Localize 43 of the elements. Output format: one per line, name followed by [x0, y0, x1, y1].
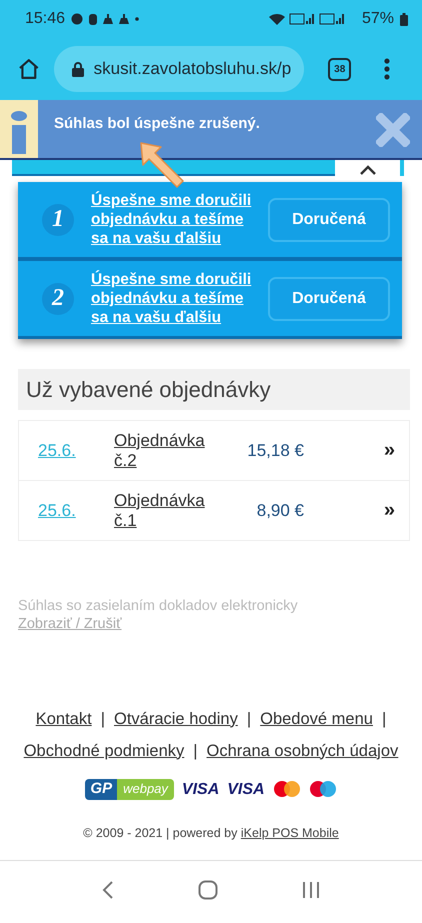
address-bar[interactable]: skusit.zavolatobsluhu.sk/p — [54, 46, 304, 92]
home-icon[interactable] — [17, 57, 41, 81]
open-order-link[interactable]: » — [384, 499, 395, 522]
copyright-text: © 2009 - 2021 | powered by — [83, 826, 238, 840]
bell-icon — [103, 14, 114, 24]
powered-by-link[interactable]: iKelp POS Mobile — [240, 826, 339, 840]
order-amount: 15,18 € — [246, 440, 304, 460]
section-heading: Už vybavené objednávky — [18, 369, 410, 410]
recent-apps-icon[interactable] — [302, 881, 320, 899]
footer-link[interactable]: Ochrana osobných údajov — [206, 742, 398, 760]
order-number: 1 — [42, 204, 74, 236]
notification-message: Súhlas bol úspešne zrušený. — [54, 115, 261, 132]
separator: | — [100, 710, 105, 728]
separator: | — [193, 742, 198, 760]
bell-icon — [119, 14, 130, 24]
status-time: 15:46 — [25, 10, 66, 28]
order-number: 2 — [42, 282, 74, 314]
tab-count-button[interactable]: 38 — [328, 58, 352, 80]
order-name-link[interactable]: Objednávka č.1 — [114, 490, 214, 530]
more-menu-icon[interactable] — [384, 58, 390, 80]
footer-link[interactable]: Kontakt — [36, 710, 92, 728]
info-icon — [10, 110, 28, 154]
battery-icon — [400, 12, 408, 26]
back-icon[interactable] — [102, 880, 114, 900]
order-amount: 8,90 € — [256, 500, 304, 520]
lock-icon — [72, 61, 84, 77]
maestro-logo — [308, 780, 337, 800]
footer-link[interactable]: Obedové menu — [260, 710, 373, 728]
webpay-logo: GP webpay — [85, 779, 174, 800]
footer-link[interactable]: Obchodné podmienky — [24, 742, 184, 760]
mastercard-logo — [272, 780, 301, 800]
open-order-link[interactable]: » — [384, 439, 395, 462]
home-button-icon[interactable] — [198, 880, 218, 900]
separator: | — [246, 710, 252, 728]
visa-logo: VISA — [227, 780, 265, 798]
visa-logo: VISA — [182, 780, 220, 798]
pointer-arrow — [139, 141, 185, 189]
footer-link[interactable]: Otváracie hodiny — [114, 710, 238, 728]
battery-percent: 57% — [362, 10, 394, 28]
order-name-link[interactable]: Objednávka č.2 — [114, 430, 214, 470]
consent-text: Súhlas so zasielaním dokladov elektronicky — [18, 597, 299, 615]
separator: | — [382, 710, 386, 728]
caret-up-icon — [358, 165, 376, 175]
